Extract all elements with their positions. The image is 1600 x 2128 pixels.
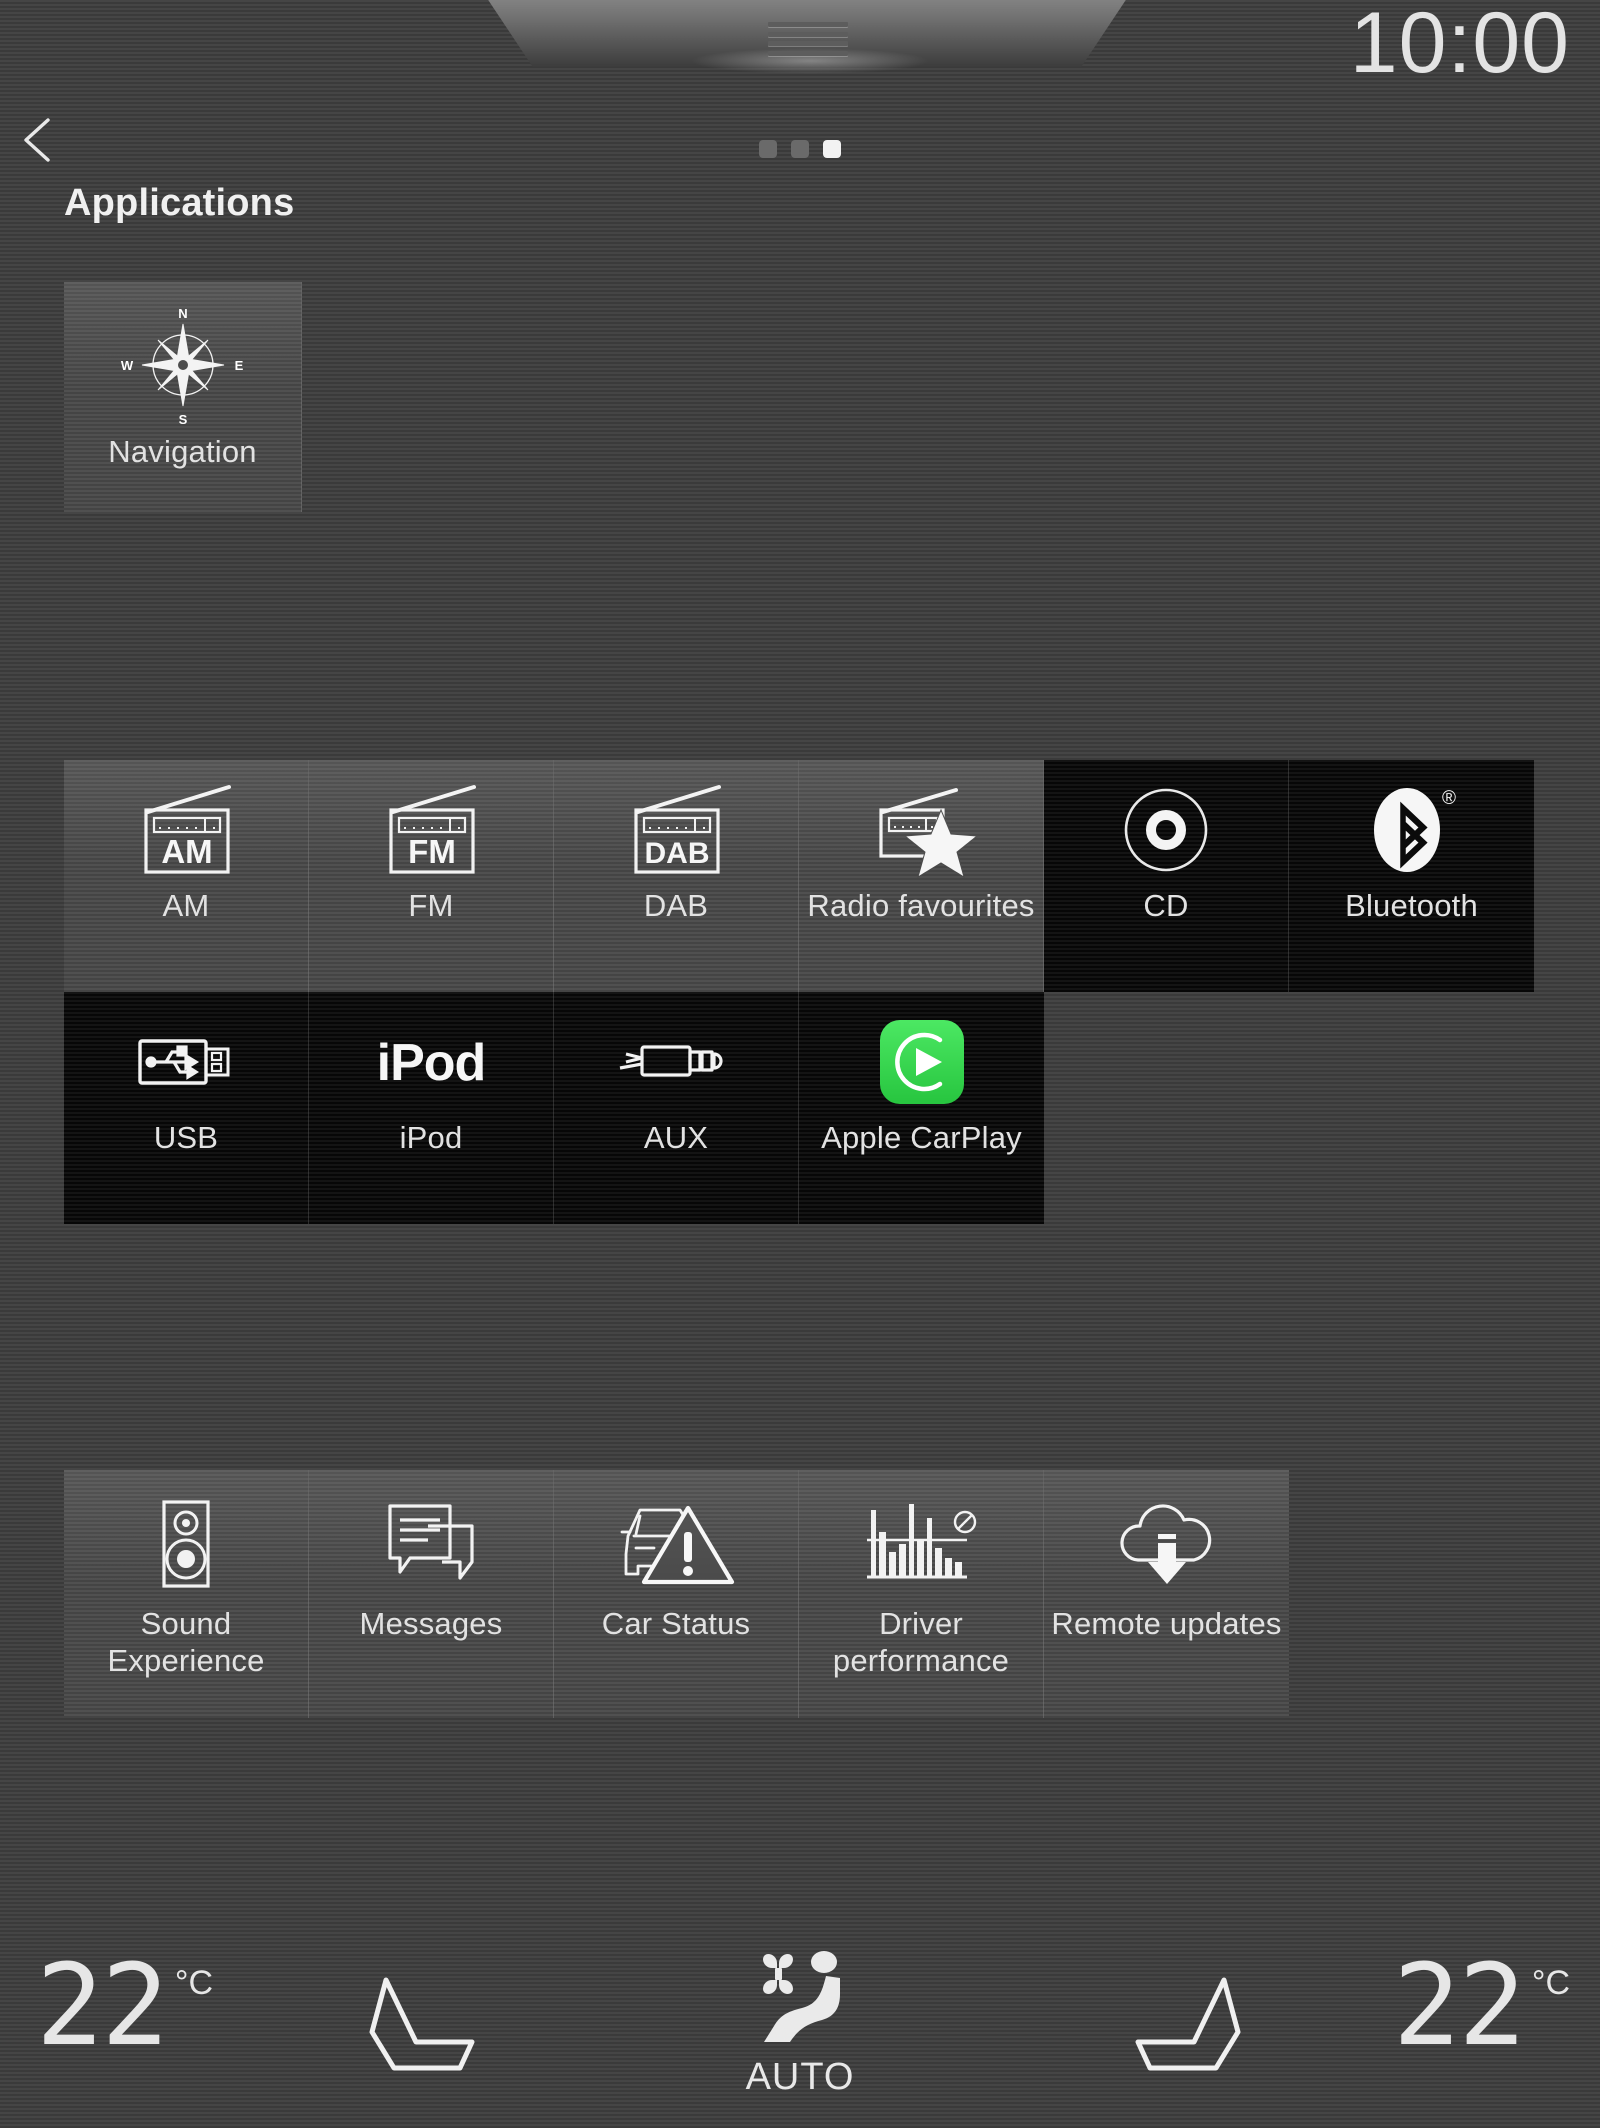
page-dot-1[interactable] <box>759 140 777 158</box>
clock: 10:00 <box>1349 0 1570 91</box>
tile-label: Radio favourites <box>807 888 1035 923</box>
tile-label: FM <box>408 888 454 923</box>
cd-disc-icon <box>1118 782 1214 878</box>
tile-apple-carplay[interactable]: Apple CarPlay <box>799 992 1044 1224</box>
message-bubbles-icon <box>376 1496 486 1592</box>
radio-favourites-icon <box>856 782 986 878</box>
page-dot-3[interactable] <box>823 140 841 158</box>
tile-label: Apple CarPlay <box>821 1120 1022 1155</box>
aux-jack-icon <box>606 1014 746 1110</box>
climate-bar: 22 °C AUTO 22 °C <box>0 1932 1600 2128</box>
tile-car-status[interactable]: Car Status <box>554 1470 799 1718</box>
tile-driver-performance[interactable]: Driver performance <box>799 1470 1044 1718</box>
apple-carplay-icon <box>874 1014 970 1110</box>
radio-dab-icon: DAB <box>611 782 741 878</box>
tile-fm[interactable]: FM FM <box>309 760 554 992</box>
compass-label-n: N <box>178 306 187 321</box>
car-warning-icon <box>614 1496 738 1592</box>
tile-navigation[interactable]: N S W E Navigation <box>64 282 302 512</box>
tile-label: AUX <box>643 1120 709 1155</box>
tile-usb[interactable]: USB <box>64 992 309 1224</box>
svg-text:iPod: iPod <box>377 1034 486 1092</box>
auto-climate-fan-person-icon <box>763 1951 840 2042</box>
tile-cd[interactable]: CD <box>1044 760 1289 992</box>
tile-label: Remote updates <box>1051 1606 1282 1641</box>
svg-text:AM: AM <box>161 833 212 870</box>
svg-text:DAB: DAB <box>645 837 710 870</box>
tile-label: Sound Experience <box>107 1606 265 1678</box>
tile-label: Navigation <box>108 434 257 469</box>
tile-label: iPod <box>399 1120 463 1155</box>
radio-fm-icon: FM <box>366 782 496 878</box>
tile-bluetooth[interactable]: ® Bluetooth <box>1289 760 1534 992</box>
tile-messages[interactable]: Messages <box>309 1470 554 1718</box>
tile-label: AM <box>162 888 210 923</box>
page-title: Applications <box>64 182 295 224</box>
tile-am[interactable]: AM AM <box>64 760 309 992</box>
climate-temp-right-unit: °C <box>1531 1964 1570 2002</box>
climate-auto-label: AUTO <box>745 2056 855 2098</box>
svg-text:FM: FM <box>408 833 456 870</box>
cloud-download-icon <box>1108 1496 1226 1592</box>
climate-temp-right[interactable]: 22 °C <box>1392 1941 1570 2071</box>
tile-label: CD <box>1143 888 1189 923</box>
ipod-wordmark-icon: iPod <box>351 1014 511 1110</box>
page-dot-2[interactable] <box>791 140 809 158</box>
drawer-grip-icon[interactable] <box>768 22 848 56</box>
tile-label: USB <box>153 1120 219 1155</box>
infotainment-screen: 10:00 Applications N S W E Navigation AM… <box>0 0 1600 2128</box>
tile-label: Driver performance <box>832 1606 1010 1678</box>
climate-auto-button[interactable]: AUTO <box>0 1946 1600 2099</box>
speaker-icon <box>138 1496 234 1592</box>
radio-am-icon: AM <box>121 782 251 878</box>
svg-text:®: ® <box>1442 788 1456 809</box>
tile-label: DAB <box>643 888 709 923</box>
usb-connector-icon <box>126 1014 246 1110</box>
tile-label: Car Status <box>601 1606 751 1641</box>
compass-label-e: E <box>234 358 243 373</box>
tile-sound-experience[interactable]: Sound Experience <box>64 1470 309 1718</box>
seat-right-icon <box>1135 1977 1241 2071</box>
tile-radio-favourites[interactable]: Radio favourites <box>799 760 1044 992</box>
bar-chart-icon <box>861 1496 981 1592</box>
tile-remote-updates[interactable]: Remote updates <box>1044 1470 1289 1718</box>
tile-label: Messages <box>359 1606 503 1641</box>
compass-label-s: S <box>178 412 187 427</box>
tile-aux[interactable]: AUX <box>554 992 799 1224</box>
compass-rose-icon: N S W E <box>118 300 248 430</box>
seat-heater-right-button[interactable] <box>1130 1972 1250 2087</box>
bluetooth-icon: ® <box>1357 782 1467 878</box>
tile-label: Bluetooth <box>1345 888 1478 923</box>
page-indicator[interactable] <box>0 140 1600 158</box>
climate-temp-right-value: 22 <box>1392 1941 1526 2071</box>
tile-ipod[interactable]: iPod iPod <box>309 992 554 1224</box>
tile-dab[interactable]: DAB DAB <box>554 760 799 992</box>
compass-label-w: W <box>120 358 133 373</box>
